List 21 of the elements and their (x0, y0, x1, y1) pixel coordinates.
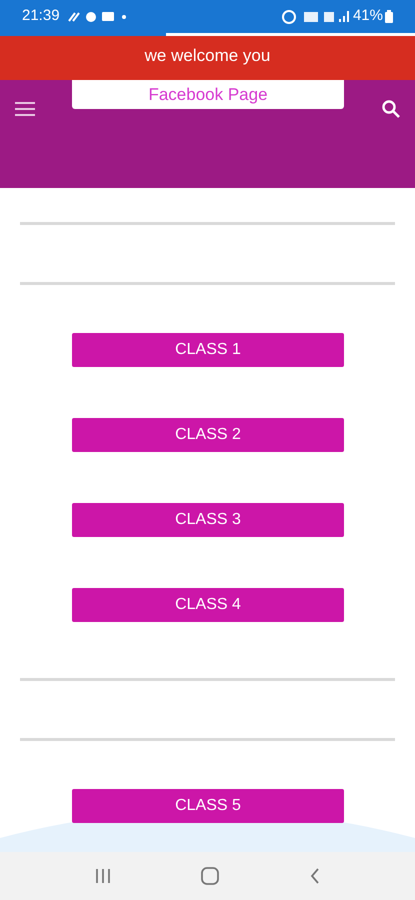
class-button[interactable]: CLASS 1 (72, 333, 344, 367)
status-time: 21:39 (22, 6, 60, 26)
dot-icon (122, 14, 126, 18)
facebook-page-link[interactable]: Facebook Page (72, 80, 344, 109)
battery-percent: 41% (352, 6, 383, 26)
home-icon[interactable] (201, 867, 220, 885)
recent-apps-icon[interactable] (95, 869, 112, 883)
class-button[interactable]: CLASS 2 (72, 418, 344, 452)
hotspot-icon (282, 10, 296, 24)
menu-icon[interactable] (15, 102, 35, 116)
message-icon (102, 12, 114, 22)
search-icon[interactable] (381, 99, 401, 119)
banner-text: we welcome you (144, 45, 270, 67)
battery-icon (385, 10, 393, 23)
class-button[interactable]: CLASS 3 (72, 503, 344, 537)
class-button[interactable]: CLASS 5 (72, 789, 344, 823)
class-button[interactable]: CLASS 4 (72, 588, 344, 622)
signal-icon (338, 11, 349, 22)
circle-icon (86, 12, 96, 22)
back-icon[interactable] (310, 868, 320, 884)
slash-icon (68, 12, 80, 22)
